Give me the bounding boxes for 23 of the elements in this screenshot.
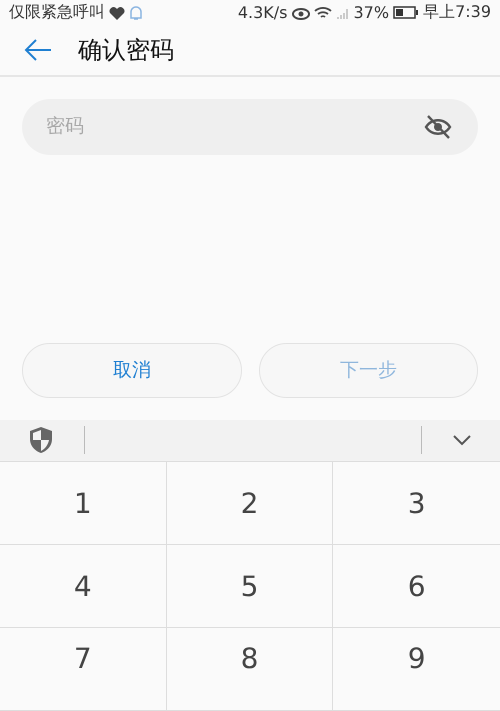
keypad-key[interactable]: 2 — [166, 462, 334, 545]
keypad-key[interactable]: 1 — [0, 462, 167, 545]
bell-icon — [129, 4, 143, 21]
wifi-icon — [314, 6, 332, 20]
heart-icon — [109, 6, 125, 20]
password-input[interactable]: 密码 — [44, 114, 424, 139]
keypad-key[interactable]: 4 — [0, 545, 167, 628]
keypad-key[interactable]: 5 — [166, 545, 334, 628]
back-arrow-icon[interactable] — [24, 38, 52, 62]
keypad-key[interactable]: 7 — [0, 628, 167, 711]
network-speed: 4.3K/s — [238, 3, 288, 22]
battery-icon — [393, 6, 420, 20]
eye-icon — [292, 6, 310, 20]
keypad-key[interactable]: 8 — [166, 628, 334, 711]
shield-icon[interactable] — [28, 426, 54, 454]
chevron-down-icon[interactable] — [452, 434, 472, 446]
battery-percent: 37% — [354, 3, 390, 22]
clock-time: 早上7:39 — [423, 2, 491, 24]
page-title: 确认密码 — [78, 35, 174, 66]
cancel-button[interactable]: 取消 — [22, 342, 242, 398]
password-field[interactable]: 密码 — [22, 98, 478, 155]
carrier-text: 仅限紧急呼叫 — [9, 2, 105, 24]
eye-off-icon[interactable] — [424, 114, 452, 139]
